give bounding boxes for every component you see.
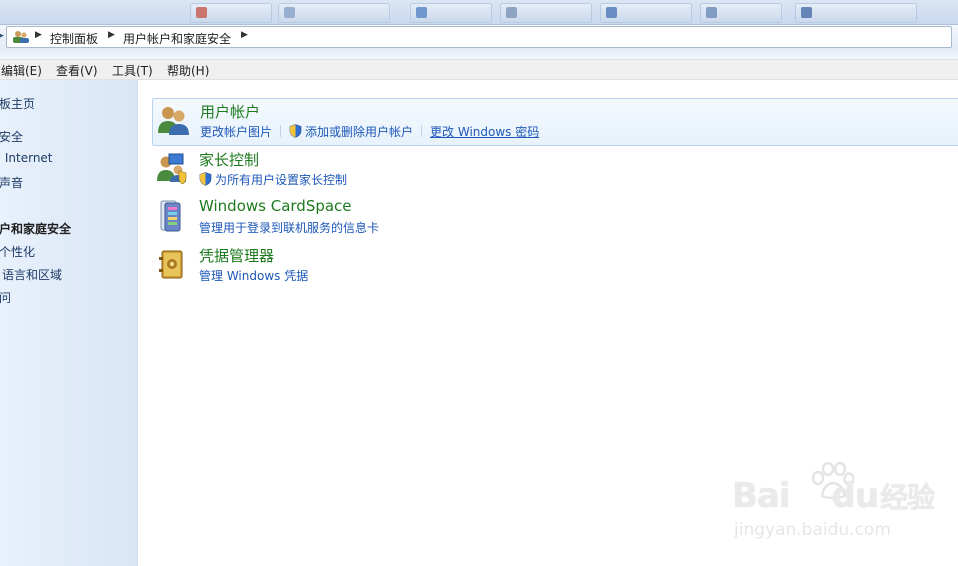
- add-remove-accounts-link[interactable]: 添加或删除用户帐户: [289, 123, 413, 140]
- link-label: 添加或删除用户帐户: [305, 125, 414, 139]
- breadcrumb-separator-icon[interactable]: ▶: [241, 30, 248, 40]
- menu-help[interactable]: 帮助(H): [167, 62, 209, 79]
- menu-edit[interactable]: 编辑(E): [1, 62, 42, 79]
- credential-manager-icon: [159, 250, 183, 279]
- category-parental-controls[interactable]: 家长控制 为所有用户设置家长控制: [152, 147, 958, 193]
- breadcrumb-user-accounts[interactable]: 用户帐户和家庭安全: [123, 30, 231, 47]
- category-links: 为所有用户设置家长控制: [199, 171, 353, 187]
- sidebar-item-home[interactable]: 板主页: [0, 95, 35, 112]
- link-separator: [421, 125, 423, 137]
- change-windows-password-link[interactable]: 更改 Windows 密码: [430, 123, 539, 140]
- breadcrumb-separator-icon[interactable]: ▶: [108, 30, 115, 40]
- setup-parental-controls-link[interactable]: 为所有用户设置家长控制: [199, 171, 347, 188]
- sidebar-item-region[interactable]: 语言和区域: [2, 266, 62, 283]
- taskbar: [0, 0, 958, 25]
- link-label: 更改帐户图片: [200, 125, 273, 139]
- category-credential-manager[interactable]: 凭据管理器 管理 Windows 凭据: [152, 243, 958, 289]
- sidebar-item-accessibility[interactable]: 问: [0, 289, 11, 306]
- uac-shield-icon: [199, 172, 212, 186]
- taskbar-button[interactable]: [500, 3, 592, 23]
- control-panel-users-icon: [13, 31, 29, 43]
- manage-windows-credentials-link[interactable]: 管理 Windows 凭据: [199, 267, 308, 284]
- back-arrow-icon[interactable]: ▶: [0, 31, 4, 41]
- menu-tools[interactable]: 工具(T): [112, 62, 153, 79]
- sidebar-item-network[interactable]: | Internet: [0, 151, 53, 165]
- menu-view[interactable]: 查看(V): [56, 62, 98, 79]
- parental-controls-icon: [157, 153, 187, 185]
- category-title[interactable]: 凭据管理器: [199, 245, 274, 266]
- sidebar-item-sound[interactable]: 声音: [0, 174, 23, 191]
- menu-bar: 编辑(E) 查看(V) 工具(T) 帮助(H): [0, 60, 958, 80]
- sidebar-item-personalization[interactable]: 个性化: [0, 243, 35, 260]
- link-label: 管理用于登录到联机服务的信息卡: [199, 221, 380, 235]
- user-accounts-icon: [158, 107, 189, 135]
- watermark-url: jingyan.baidu.com: [734, 520, 891, 540]
- taskbar-button[interactable]: [600, 3, 692, 23]
- category-user-accounts[interactable]: 用户帐户 更改帐户图片 添加或删除用户帐户 更改 Windows 密码: [152, 98, 958, 146]
- category-title[interactable]: Windows CardSpace: [199, 197, 352, 215]
- breadcrumb-separator-icon[interactable]: ▶: [35, 30, 42, 40]
- sidebar: 板主页 安全 | Internet 声音 户和家庭安全 个性化 语言和区域 问: [0, 80, 138, 566]
- taskbar-button[interactable]: [410, 3, 492, 23]
- sidebar-item-user-accounts: 户和家庭安全: [0, 222, 72, 236]
- link-label: 为所有用户设置家长控制: [215, 173, 348, 187]
- watermark-brand: Bai du经验: [732, 476, 935, 516]
- toolbar-separator: [0, 49, 958, 60]
- cardspace-icon: [160, 200, 181, 232]
- sidebar-item-security[interactable]: 安全: [0, 128, 23, 145]
- category-title[interactable]: 用户帐户: [200, 101, 260, 122]
- taskbar-button[interactable]: [190, 3, 272, 23]
- category-cardspace[interactable]: Windows CardSpace 管理用于登录到联机服务的信息卡: [152, 195, 958, 241]
- watermark-brand-right: du: [831, 476, 880, 516]
- address-bar: ▶ ▶ 控制面板 ▶ 用户帐户和家庭安全 ▶: [0, 25, 958, 49]
- breadcrumb-control-panel[interactable]: 控制面板: [50, 30, 98, 47]
- taskbar-button[interactable]: [795, 3, 917, 23]
- watermark-brand-left: Bai: [732, 476, 791, 516]
- link-separator: [280, 125, 282, 137]
- baidu-watermark: Bai du经验 jingyan.baidu.com: [732, 462, 935, 552]
- taskbar-button[interactable]: [700, 3, 782, 23]
- link-label: 管理 Windows 凭据: [199, 269, 309, 283]
- category-links: 管理用于登录到联机服务的信息卡: [199, 219, 385, 235]
- sidebar-item-network-label: Internet: [4, 151, 53, 165]
- manage-information-cards-link[interactable]: 管理用于登录到联机服务的信息卡: [199, 219, 379, 236]
- category-links: 管理 Windows 凭据: [199, 267, 314, 283]
- address-box[interactable]: ▶ 控制面板 ▶ 用户帐户和家庭安全 ▶: [6, 26, 952, 48]
- uac-shield-icon: [289, 124, 302, 138]
- watermark-brand-cn: 经验: [880, 481, 935, 514]
- change-picture-link[interactable]: 更改帐户图片: [200, 123, 272, 140]
- taskbar-button[interactable]: [278, 3, 390, 23]
- link-label: 更改 Windows 密码: [430, 125, 540, 139]
- category-title[interactable]: 家长控制: [199, 149, 259, 170]
- category-links: 更改帐户图片 添加或删除用户帐户 更改 Windows 密码: [200, 123, 545, 139]
